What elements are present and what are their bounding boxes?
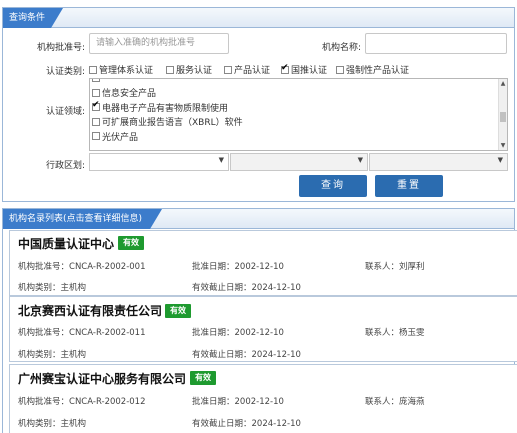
approval-no-label: 机构批准号: — [36, 43, 85, 53]
cert-type-option[interactable]: 产品认证 — [224, 63, 281, 76]
valid-until: 有效截止日期：2024-12-10 — [192, 419, 301, 429]
contact: 联系人：杨玉雯 — [365, 328, 425, 338]
checkbox-checked-icon[interactable] — [281, 63, 289, 74]
checkbox-icon[interactable] — [166, 65, 174, 74]
listbox-scrollbar[interactable]: ▲ ▼ — [498, 79, 507, 150]
checkbox-icon[interactable] — [89, 65, 97, 74]
org-type: 机构类别：主机构 — [18, 283, 87, 293]
org-card[interactable]: 广州赛宝认证中心服务有限公司 有效 机构批准号：CNCA-R-2002-012 … — [9, 364, 517, 433]
approval-no: 机构批准号：CNCA-R-2002-001 — [18, 262, 146, 272]
list-panel-header: 机构名录列表(点击查看详细信息) — [3, 209, 514, 229]
scroll-thumb[interactable] — [500, 112, 506, 122]
org-name-input[interactable] — [365, 33, 507, 54]
status-badge: 有效 — [165, 304, 191, 318]
org-name-label: 机构名称: — [321, 43, 361, 53]
query-panel-header: 查询条件 — [3, 8, 514, 28]
query-panel-title: 查询条件 — [3, 8, 63, 28]
org-type: 机构类别：主机构 — [18, 350, 87, 360]
valid-until: 有效截止日期：2024-12-10 — [192, 283, 301, 293]
cert-type-option[interactable]: 国推认证 — [281, 63, 336, 76]
city-select[interactable]: ▼ — [230, 153, 368, 171]
reset-button[interactable]: 重置 — [375, 175, 443, 197]
checkbox-icon[interactable] — [224, 65, 232, 74]
contact: 联系人：刘厚利 — [365, 262, 425, 272]
cert-field-item[interactable]: 光伏产品 — [90, 129, 507, 144]
org-name[interactable]: 北京赛西认证有限责任公司 — [18, 302, 162, 319]
valid-until: 有效截止日期：2024-12-10 — [192, 350, 301, 360]
region-label: 行政区划: — [45, 161, 85, 171]
status-badge: 有效 — [118, 236, 144, 250]
chevron-down-icon: ▼ — [218, 156, 224, 164]
list-panel-title: 机构名录列表(点击查看详细信息) — [3, 209, 162, 229]
checkbox-icon[interactable] — [92, 117, 100, 126]
chevron-down-icon: ▼ — [357, 156, 363, 164]
query-button[interactable]: 查询 — [299, 175, 367, 197]
province-select[interactable]: ▼ — [89, 153, 229, 171]
checkbox-icon[interactable] — [92, 79, 100, 83]
scroll-up-icon[interactable]: ▲ — [499, 79, 507, 88]
approval-no: 机构批准号：CNCA-R-2002-012 — [18, 397, 146, 407]
cert-field-item[interactable]: 可扩展商业报告语言（XBRL）软件 — [90, 115, 507, 130]
list-item-partial — [90, 79, 507, 86]
scroll-down-icon[interactable]: ▼ — [499, 141, 507, 150]
checkbox-icon[interactable] — [92, 88, 100, 97]
query-panel: 查询条件 机构批准号: 请输入准确的机构批准号 机构名称: 认证类别: 管理体系… — [2, 7, 515, 202]
org-name[interactable]: 中国质量认证中心 — [18, 235, 114, 252]
cert-type-option[interactable]: 管理体系认证 — [89, 63, 166, 76]
cert-field-label: 认证领域: — [45, 107, 85, 117]
cert-field-item[interactable]: 信息安全产品 — [90, 86, 507, 101]
cert-field-listbox[interactable]: 信息安全产品 电器电子产品有害物质限制使用 可扩展商业报告语言（XBRL）软件 … — [89, 78, 508, 151]
district-select[interactable]: ▼ — [369, 153, 508, 171]
cert-type-option[interactable]: 强制性产品认证 — [336, 63, 409, 76]
contact: 联系人：庞海燕 — [365, 397, 425, 407]
checkbox-checked-icon[interactable] — [92, 100, 100, 112]
org-card[interactable]: 中国质量认证中心 有效 机构批准号：CNCA-R-2002-001 批准日期：2… — [9, 230, 517, 296]
approval-date: 批准日期：2002-12-10 — [192, 262, 284, 272]
org-type: 机构类别：主机构 — [18, 419, 87, 429]
cert-type-label: 认证类别: — [45, 67, 85, 77]
cert-type-group: 管理体系认证 服务认证 产品认证 国推认证 强制性产品认证 — [89, 63, 409, 76]
approval-date: 批准日期：2002-12-10 — [192, 397, 284, 407]
cert-field-item[interactable]: 电器电子产品有害物质限制使用 — [90, 100, 507, 115]
org-card[interactable]: 北京赛西认证有限责任公司 有效 机构批准号：CNCA-R-2002-011 批准… — [9, 296, 517, 362]
checkbox-icon[interactable] — [336, 65, 344, 74]
cert-type-option[interactable]: 服务认证 — [166, 63, 224, 76]
approval-no-input[interactable]: 请输入准确的机构批准号 — [89, 33, 229, 54]
approval-no: 机构批准号：CNCA-R-2002-011 — [18, 328, 146, 338]
checkbox-icon[interactable] — [92, 132, 100, 141]
approval-date: 批准日期：2002-12-10 — [192, 328, 284, 338]
org-name[interactable]: 广州赛宝认证中心服务有限公司 — [18, 370, 186, 387]
status-badge: 有效 — [190, 371, 216, 385]
chevron-down-icon: ▼ — [497, 156, 503, 164]
